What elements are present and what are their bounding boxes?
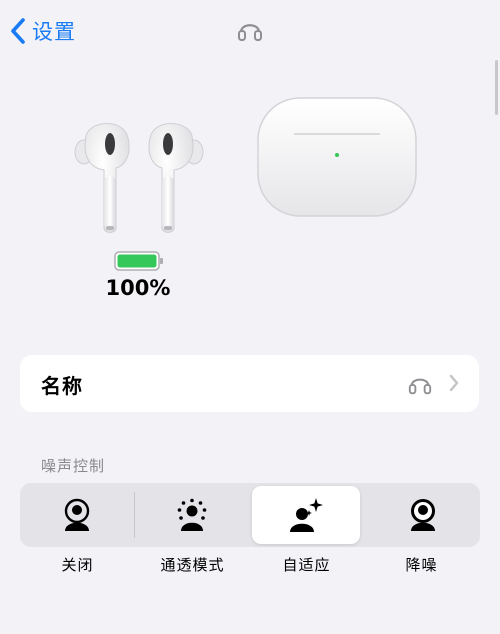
name-row[interactable]: 名称 xyxy=(20,355,479,412)
person-transparency-icon xyxy=(177,498,207,531)
noise-option-off-label: 关闭 xyxy=(61,556,94,574)
battery-percentage: 100% xyxy=(105,276,171,300)
name-label: 名称 xyxy=(41,374,83,398)
noise-option-cancellation[interactable] xyxy=(366,483,480,547)
airpods-case-image xyxy=(257,97,417,217)
chevron-right-icon xyxy=(449,374,459,392)
noise-option-transparency[interactable] xyxy=(135,483,249,547)
noise-option-transparency-label: 通透模式 xyxy=(160,556,225,574)
noise-option-cancellation-label: 降噪 xyxy=(405,556,438,574)
back-button-label: 设置 xyxy=(32,20,76,44)
noise-control-segmented-control xyxy=(20,483,480,547)
airpods-icon xyxy=(238,24,262,41)
navigation-bar: 设置 xyxy=(0,0,500,62)
person-adaptive-icon xyxy=(290,498,323,532)
device-hero: 100% xyxy=(0,80,500,320)
airpods-icon xyxy=(408,378,432,395)
noise-option-adaptive-label: 自适应 xyxy=(282,556,331,574)
back-button[interactable]: 设置 xyxy=(10,14,76,48)
noise-control-section-title: 噪声控制 xyxy=(41,457,106,475)
noise-option-adaptive[interactable] xyxy=(252,486,360,544)
person-noise-cancel-icon xyxy=(411,499,435,531)
noise-option-off[interactable] xyxy=(20,483,134,547)
person-off-icon xyxy=(64,498,90,531)
airpods-earbuds-image xyxy=(74,123,204,233)
chevron-left-icon xyxy=(11,18,25,44)
battery-icon xyxy=(114,251,163,271)
